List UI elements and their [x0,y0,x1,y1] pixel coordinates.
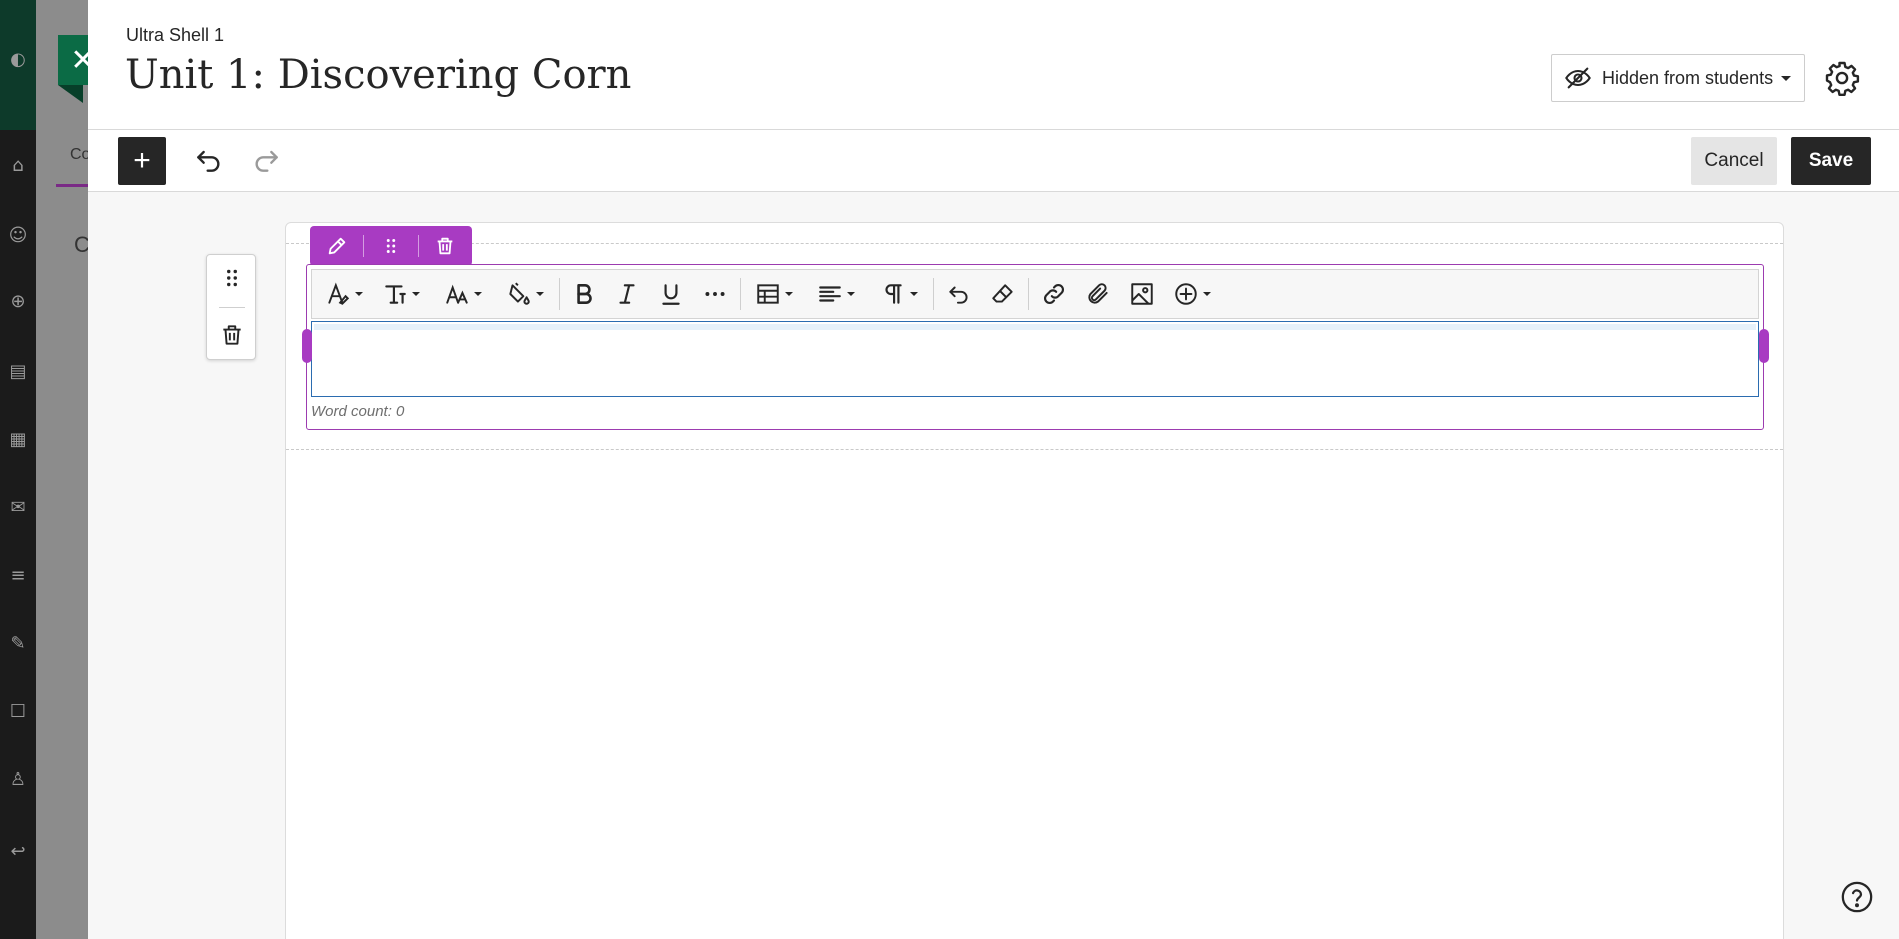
tools-icon: ✎ [10,633,26,654]
font-size-icon [446,284,468,304]
side-toolbar-divider [219,307,245,308]
font-size-button[interactable] [432,276,494,312]
institution-icon: ⌂ [12,155,24,176]
drag-handle-icon [386,239,396,253]
help-icon[interactable] [1840,880,1874,914]
block-boundary-bottom [286,449,1783,450]
page-title: Unit 1: Discovering Corn [125,52,632,98]
clear-format-button[interactable] [981,276,1025,312]
cancel-button[interactable]: Cancel [1691,137,1777,185]
more-formatting-icon [705,292,725,296]
logo-icon: ◐ [10,49,26,70]
chevron-down-icon [1781,75,1792,81]
table-button[interactable] [744,276,804,312]
block-side-toolbar [206,254,256,360]
background-app-nav: ◐ ⌂ ☺ ⊕ ▤ ▦ ✉ ≡ ✎ ☐ ♙ ↩ [0,0,36,939]
redo-icon[interactable] [250,144,282,176]
editor-content[interactable] [314,324,1756,394]
save-button[interactable]: Save [1791,137,1871,185]
undo-icon [949,286,968,304]
calendar-icon: ▦ [9,429,27,450]
image-icon [1131,283,1153,305]
bold-button[interactable] [563,276,605,312]
globe-icon: ⊕ [10,291,26,312]
align-icon [819,286,841,302]
rich-text-toolbar [311,269,1759,319]
courses-icon: ▤ [9,361,27,382]
editor-action-bar: + Cancel Save [88,130,1899,192]
toolbar-divider [740,278,741,310]
drag-handle-icon[interactable] [219,265,245,291]
toolbar-divider [933,278,934,310]
attach-button[interactable] [1076,276,1120,312]
panel-header: Ultra Shell 1 Unit 1: Discovering Corn H… [88,0,1899,130]
table-icon [757,284,779,304]
word-count: Word count: 0 [311,403,405,420]
background-tab-underline [56,184,88,187]
sign-out-icon: ↩ [10,841,26,862]
editor-canvas: Word count: 0 [88,192,1899,939]
paragraph-button[interactable] [868,276,930,312]
resize-handle-left[interactable] [302,329,312,363]
insert-content-icon [1175,283,1197,305]
profile-icon: ☺ [8,225,28,246]
more-formatting-button[interactable] [693,276,737,312]
course-name: Ultra Shell 1 [126,25,225,45]
underline-button[interactable] [649,276,693,312]
italic-icon [619,284,635,304]
delete-block-button[interactable] [419,226,472,266]
link-icon [1044,284,1064,304]
attach-icon [1088,283,1108,304]
notes-icon: ☐ [9,701,27,722]
text-style-button[interactable] [318,276,370,312]
text-style-icon [328,282,350,305]
block-boundary-top [286,243,1783,244]
visibility-dropdown[interactable]: Hidden from students [1551,54,1805,102]
gear-icon[interactable] [1824,60,1860,96]
edit-block-button[interactable] [310,226,363,266]
messages-icon: ✉ [10,497,26,518]
block-actions-toolbar [310,226,472,266]
toolbar-divider [559,278,560,310]
underline-icon [662,284,680,305]
add-content-button[interactable]: + [118,137,166,185]
rich-text-editor: Word count: 0 [302,264,1769,430]
move-block-button[interactable] [364,226,417,266]
editor-undo-button[interactable] [937,276,981,312]
image-button[interactable] [1120,276,1164,312]
toolbar-divider [1028,278,1029,310]
insert-content-button[interactable] [1164,276,1220,312]
undo-icon[interactable] [193,144,225,176]
highlight-color-icon [509,282,530,305]
resize-handle-right[interactable] [1759,329,1769,363]
clear-format-icon [992,284,1013,303]
trash-icon [437,237,453,255]
link-button[interactable] [1032,276,1076,312]
italic-button[interactable] [605,276,649,312]
bold-icon [577,284,592,304]
paragraph-icon [885,284,902,304]
users-icon: ♙ [9,769,27,790]
document-editor-panel: Ultra Shell 1 Unit 1: Discovering Corn H… [88,0,1899,939]
paragraph-format-icon [385,285,406,304]
visibility-label: Hidden from students [1602,67,1774,88]
pencil-icon [328,237,345,255]
background-course-page: Co C [36,0,90,939]
highlight-color-button[interactable] [494,276,556,312]
eye-off-icon [1565,67,1591,89]
paragraph-format-button[interactable] [370,276,432,312]
trash-icon[interactable] [219,321,245,349]
align-button[interactable] [804,276,868,312]
grades-icon: ≡ [10,565,26,586]
editor-text-area[interactable] [311,321,1759,397]
